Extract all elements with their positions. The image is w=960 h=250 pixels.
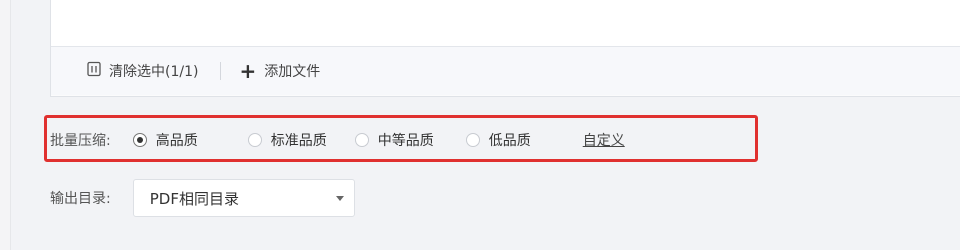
file-list-panel: 清除选中(1/1) + 添加文件: [50, 0, 960, 97]
radio-unchecked-icon: [354, 133, 369, 147]
output-directory-label: 输出目录:: [50, 191, 111, 207]
quality-medium-radio[interactable]: 中等品质: [354, 130, 434, 150]
plus-icon: +: [239, 59, 257, 83]
quality-option-label: 低品质: [488, 133, 531, 149]
quality-option-label: 高品质: [155, 133, 198, 149]
quality-high-radio[interactable]: 高品质: [132, 130, 198, 150]
output-directory-value: PDF相同目录: [149, 189, 239, 208]
batch-compress-row: 批量压缩: 高品质 标准品质 中等品质 低品质 自定义: [50, 122, 625, 158]
quality-option-label: 标准品质: [270, 133, 327, 149]
radio-checked-icon: [132, 133, 147, 147]
output-directory-row: 输出目录: PDF相同目录: [50, 178, 355, 218]
toolbar-divider: [220, 62, 222, 80]
radio-unchecked-icon: [465, 133, 480, 147]
add-file-label: 添加文件: [264, 64, 321, 80]
radio-unchecked-icon: [247, 133, 262, 147]
quality-option-label: 中等品质: [377, 133, 434, 149]
output-directory-select[interactable]: PDF相同目录: [132, 179, 355, 217]
clear-selected-label: 清除选中(1/1): [109, 64, 199, 80]
chevron-down-icon: [335, 195, 344, 201]
quality-standard-radio[interactable]: 标准品质: [247, 130, 327, 150]
trash-icon: [87, 61, 101, 81]
file-list-area: [51, 0, 960, 47]
file-toolbar: 清除选中(1/1) + 添加文件: [51, 47, 960, 95]
add-file-button[interactable]: + 添加文件: [239, 61, 320, 81]
quality-low-radio[interactable]: 低品质: [465, 130, 531, 150]
left-sidebar-edge: [0, 0, 11, 250]
clear-selected-button[interactable]: 清除选中(1/1): [87, 61, 198, 81]
custom-quality-link[interactable]: 自定义: [583, 130, 625, 150]
batch-compress-label: 批量压缩:: [50, 133, 111, 149]
